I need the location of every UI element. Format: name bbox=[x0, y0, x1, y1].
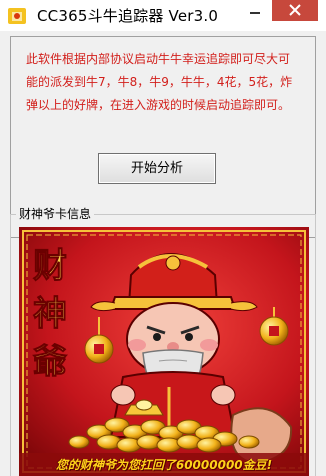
close-button[interactable] bbox=[272, 0, 318, 21]
minimize-button[interactable] bbox=[242, 0, 268, 21]
close-icon bbox=[289, 4, 301, 16]
calligraphy-char: 财 bbox=[33, 246, 67, 286]
calligraphy-char: 爺 bbox=[33, 342, 67, 382]
card-info-group-label: 财神爷卡信息 bbox=[16, 205, 95, 222]
title-bar[interactable]: CC365斗牛追踪器 Ver3.0 bbox=[0, 0, 326, 31]
window-title: CC365斗牛追踪器 Ver3.0 bbox=[37, 7, 219, 25]
app-icon bbox=[7, 6, 27, 26]
app-window: CC365斗牛追踪器 Ver3.0 此软件根据内部协议启动牛牛幸运追踪即可尽大可… bbox=[0, 0, 326, 476]
fortune-god-card-image: 财 神 爺 您的财神爷为您扛回了60000000金豆! bbox=[19, 227, 309, 476]
card-caption: 您的财神爷为您扛回了60000000金豆! bbox=[55, 458, 273, 472]
start-analysis-button[interactable]: 开始分析 bbox=[98, 153, 216, 184]
fortune-god-illustration: 财 神 爺 bbox=[19, 227, 309, 476]
description-text: 此软件根据内部协议启动牛牛幸运追踪即可尽大可能的派发到牛7，牛8，牛9，牛牛，4… bbox=[26, 52, 293, 112]
calligraphy-char: 神 bbox=[33, 294, 67, 334]
